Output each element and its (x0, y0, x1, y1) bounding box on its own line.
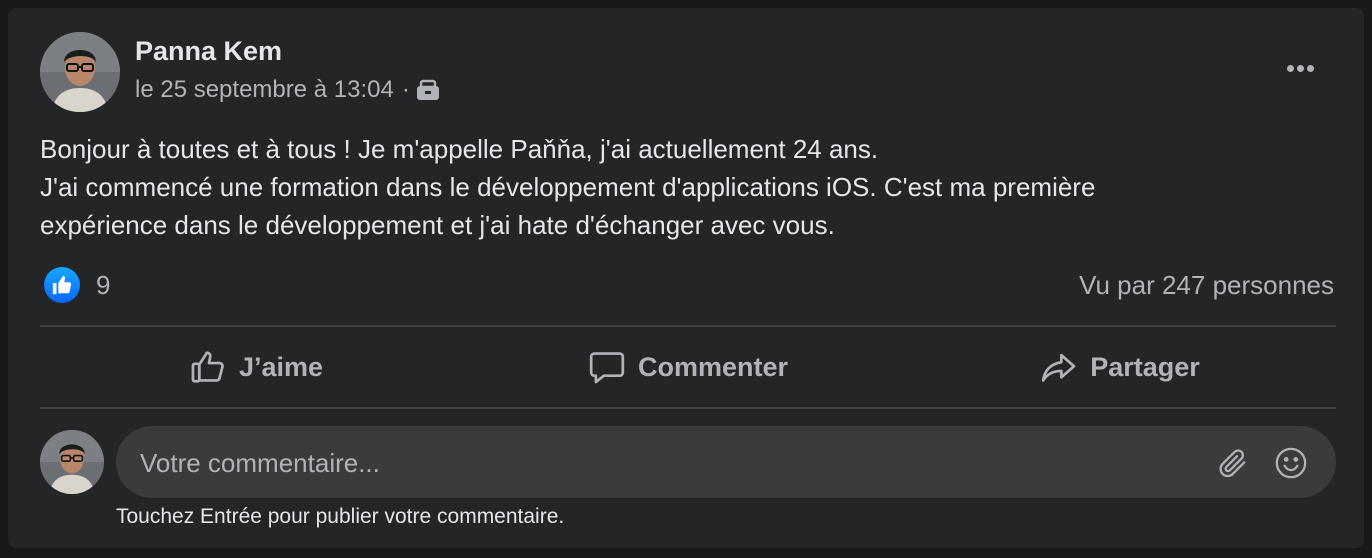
briefcase-icon (416, 78, 440, 102)
comment-composer (116, 426, 1336, 500)
comment-input[interactable] (138, 426, 1192, 500)
seen-by-count[interactable]: Vu par 247 personnes (1079, 270, 1334, 301)
divider (40, 407, 1336, 409)
thumbs-up-icon (44, 267, 80, 303)
like-button[interactable]: J’aime (40, 330, 472, 404)
smiley-icon[interactable] (1274, 446, 1308, 480)
post-text-line: J'ai commencé une formation dans le déve… (40, 172, 1096, 202)
more-options-icon[interactable] (1276, 52, 1324, 84)
author-name[interactable]: Panna Kem (135, 36, 282, 67)
action-bar: J’aime Commenter Partager (40, 330, 1336, 404)
comment-icon (589, 352, 625, 384)
divider (40, 325, 1336, 327)
post-card: Panna Kem le 25 septembre à 13:04 · Bonj… (8, 8, 1364, 548)
reactions-summary[interactable]: 9 (44, 267, 110, 303)
commenter-avatar[interactable] (40, 430, 104, 494)
comment-button[interactable]: Commenter (472, 330, 904, 404)
post-body: Bonjour à toutes et à tous ! Je m'appell… (40, 130, 1340, 244)
share-icon (1042, 353, 1076, 382)
share-button[interactable]: Partager (904, 330, 1336, 404)
paperclip-icon[interactable] (1216, 446, 1250, 480)
author-avatar[interactable] (40, 32, 120, 112)
share-label: Partager (1090, 351, 1200, 382)
post-date[interactable]: le 25 septembre à 13:04 (135, 76, 394, 104)
meta-separator: · (401, 76, 410, 103)
thumbs-up-icon (191, 351, 224, 383)
post-text-line: expérience dans le développement et j'ai… (40, 210, 835, 240)
comment-label: Commenter (637, 351, 789, 382)
comment-hint: Touchez Entrée pour publier votre commen… (116, 505, 565, 528)
post-text-line: Bonjour à toutes et à tous ! Je m'appell… (40, 134, 879, 164)
reaction-count[interactable]: 9 (96, 270, 110, 301)
like-label: J’aime (238, 351, 324, 382)
post-meta: le 25 septembre à 13:04 · (135, 76, 440, 104)
